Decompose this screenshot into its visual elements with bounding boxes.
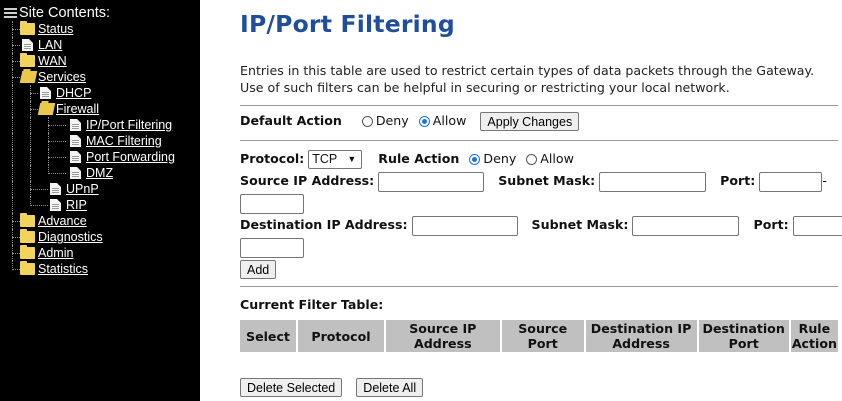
rule-deny-label: Deny: [483, 151, 517, 166]
column-header-rule-action: Rule Action: [790, 320, 838, 352]
dest-mask-label: Subnet Mask:: [531, 217, 629, 232]
column-header-source-ip: Source IP Address: [385, 320, 500, 352]
document-icon: [40, 87, 51, 99]
add-button[interactable]: Add: [240, 260, 277, 279]
apply-changes-button[interactable]: Apply Changes: [480, 112, 580, 131]
folder-open-icon: [37, 103, 56, 115]
port-range-dash: -: [822, 173, 827, 188]
dest-port-start-input[interactable]: [792, 215, 842, 236]
default-action-label: Default Action: [240, 113, 342, 128]
chevron-down-icon: ▼: [347, 154, 357, 164]
dest-ip-label: Destination IP Address:: [240, 217, 408, 232]
column-header-source-port: Source Port: [501, 320, 584, 352]
document-icon: [70, 119, 81, 131]
sidebar-item-label[interactable]: Statistics: [38, 261, 88, 277]
sidebar-item-label[interactable]: WAN: [38, 53, 67, 69]
source-ip-label: Source IP Address:: [240, 173, 375, 188]
page-description: Entries in this table are used to restri…: [240, 63, 815, 95]
protocol-label: Protocol:: [240, 151, 305, 166]
source-ip-input[interactable]: [378, 171, 485, 192]
tree-root-label: Site Contents:: [19, 5, 111, 21]
sidebar-item-label[interactable]: LAN: [38, 37, 62, 53]
sidebar-item-label[interactable]: MAC Filtering: [86, 133, 162, 149]
default-action-row: Default Action Deny Allow Apply Changes: [240, 110, 580, 132]
source-port-end-input[interactable]: [240, 193, 304, 214]
sidebar-item-label[interactable]: Firewall: [56, 101, 99, 117]
add-row: Add: [240, 258, 277, 280]
filter-table: Select Protocol Source IP Address Source…: [238, 318, 840, 354]
rule-deny-radio[interactable]: [469, 154, 481, 165]
document-icon: [50, 199, 61, 211]
source-port-label: Port:: [720, 173, 756, 188]
dest-port-end-input[interactable]: [240, 237, 304, 258]
divider: [240, 105, 838, 106]
source-row: Source IP Address: Subnet Mask: Port: -: [240, 170, 827, 192]
document-icon: [50, 183, 61, 195]
column-header-protocol: Protocol: [297, 320, 384, 352]
page-title: IP/Port Filtering: [240, 10, 455, 38]
folder-open-icon: [19, 71, 38, 83]
dest-port-label: Port:: [753, 217, 789, 232]
protocol-select-value: TCP: [312, 152, 338, 166]
sidebar-item-label[interactable]: Status: [38, 21, 73, 37]
sidebar-item-label[interactable]: IP/Port Filtering: [86, 117, 172, 133]
folder-icon: [20, 261, 35, 275]
divider: [240, 286, 838, 287]
sidebar-item-label[interactable]: Advance: [38, 213, 87, 229]
source-mask-label: Subnet Mask:: [498, 173, 596, 188]
document-icon: [70, 151, 81, 163]
folder-icon: [20, 213, 35, 227]
tree-root-icon: [4, 7, 17, 18]
dest-mask-input[interactable]: [632, 215, 740, 236]
column-header-destination-port: Destination Port: [698, 320, 789, 352]
default-allow-label: Allow: [432, 113, 467, 128]
delete-all-button[interactable]: Delete All: [356, 378, 424, 397]
sidebar-item-label[interactable]: RIP: [66, 197, 87, 213]
document-icon: [70, 167, 81, 179]
tree-root: Site Contents:: [4, 5, 110, 21]
folder-icon: [20, 53, 35, 67]
filter-table-title-row: Current Filter Table:: [240, 294, 383, 316]
document-icon: [22, 39, 33, 51]
default-deny-label: Deny: [375, 113, 409, 128]
sidebar-item-label[interactable]: Services: [38, 69, 86, 85]
default-allow-radio[interactable]: [418, 116, 430, 127]
sidebar-item-label[interactable]: DMZ: [86, 165, 113, 181]
folder-icon: [20, 229, 35, 243]
dest-ip-input[interactable]: [411, 215, 518, 236]
dest-port-end-row: [240, 236, 304, 258]
table-actions-row: Delete Selected Delete All: [240, 376, 424, 398]
sidebar-item-label[interactable]: DHCP: [56, 85, 91, 101]
source-port-start-input[interactable]: [759, 171, 823, 192]
source-mask-input[interactable]: [599, 171, 707, 192]
sidebar-item-label[interactable]: Diagnostics: [38, 229, 103, 245]
destination-row: Destination IP Address: Subnet Mask: Por…: [240, 214, 842, 236]
source-port-end-row: [240, 192, 304, 214]
table-header-row: Select Protocol Source IP Address Source…: [240, 320, 838, 352]
sidebar-tree: Site Contents: Status LAN WAN Services D…: [0, 0, 200, 401]
sidebar-item-label[interactable]: Port Forwarding: [86, 149, 175, 165]
protocol-row: Protocol: TCP ▼ Rule Action Deny Allow: [240, 148, 574, 170]
rule-action-label: Rule Action: [378, 151, 460, 166]
sidebar-item-label[interactable]: Admin: [38, 245, 73, 261]
sidebar-item-label[interactable]: UPnP: [66, 181, 99, 197]
rule-allow-radio[interactable]: [526, 154, 538, 165]
filter-table-title: Current Filter Table:: [240, 297, 384, 312]
folder-icon: [20, 21, 35, 35]
rule-allow-label: Allow: [540, 151, 574, 166]
column-header-destination-ip: Destination IP Address: [585, 320, 697, 352]
divider: [240, 140, 838, 141]
column-header-select: Select: [240, 320, 296, 352]
delete-selected-button[interactable]: Delete Selected: [240, 378, 343, 397]
protocol-select[interactable]: TCP ▼: [308, 150, 363, 169]
document-icon: [70, 135, 81, 147]
folder-icon: [20, 245, 35, 259]
default-deny-radio[interactable]: [361, 116, 373, 127]
